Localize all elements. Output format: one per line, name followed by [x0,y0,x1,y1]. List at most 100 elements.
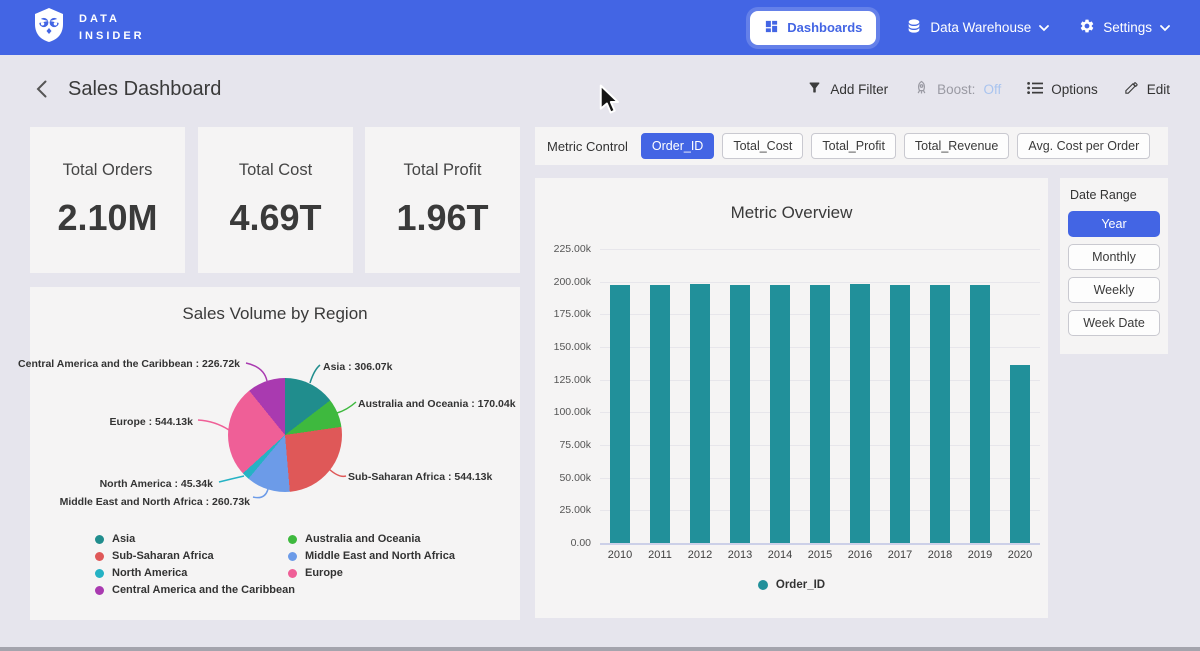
metric-button-total-profit[interactable]: Total_Profit [811,133,896,159]
bar-2015[interactable] [810,285,830,543]
pie-chart-card: Sales Volume by Region Central America a… [30,287,520,620]
pie-legend-item-sub-saharan-africa[interactable]: Sub-Saharan Africa [95,550,295,562]
y-tick-label: 75.00k [559,439,591,451]
boost-label: Boost: [937,82,975,97]
legend-dot [95,586,104,595]
data-warehouse-menu[interactable]: Data Warehouse [906,18,1049,37]
chevron-down-icon [1039,20,1049,35]
bar-2013[interactable] [730,285,750,543]
metric-control-bar: Metric Control Order_ID Total_Cost Total_P… [535,127,1168,165]
owl-logo-icon [30,7,68,48]
date-range-button-weekly[interactable]: Weekly [1068,277,1160,303]
metric-button-total-revenue[interactable]: Total_Revenue [904,133,1009,159]
y-tick-label: 25.00k [559,504,591,516]
bar-2016[interactable] [850,284,870,543]
kpi-value: 4.69T [198,197,353,239]
chevron-down-icon [1160,20,1170,35]
bar-column-2016 [840,284,880,543]
pie-legend-item-central-america-and-the-caribbean[interactable]: Central America and the Caribbean [95,584,295,596]
y-tick-label: 175.00k [554,308,591,320]
bar-chart-plot [600,249,1040,543]
pie-callout-sub-saharan-africa: Sub-Saharan Africa : 544.13k [348,471,492,483]
bar-column-2013 [720,285,760,543]
date-range-label: Date Range [1068,188,1160,202]
legend-label: Central America and the Caribbean [112,584,295,596]
date-range-button-week-date[interactable]: Week Date [1068,310,1160,336]
date-range-buttons: Year Monthly Weekly Week Date [1068,211,1160,336]
pie-callout-middle-east-north-africa: Middle East and North Africa : 260.73k [60,496,250,508]
page-title: Sales Dashboard [68,78,221,101]
pie-chart[interactable] [228,378,342,492]
bar-column-2019 [960,285,1000,543]
metric-button-avg-cost-per-order[interactable]: Avg. Cost per Order [1017,133,1150,159]
boost-toggle[interactable]: Boost: Off [914,80,1001,98]
y-tick-label: 125.00k [554,374,591,386]
pencil-icon [1124,80,1139,98]
metric-button-order-id[interactable]: Order_ID [641,133,714,159]
back-button[interactable] [30,78,52,100]
y-tick-label: 150.00k [554,341,591,353]
bar-chart-x-axis: 2010201120122013201420152016201720182019… [600,549,1040,561]
x-tick-label: 2015 [800,549,840,561]
bar-column-2017 [880,285,920,543]
pie-legend-item-middle-east-and-north-africa[interactable]: Middle East and North Africa [288,550,455,562]
add-filter-button[interactable]: Add Filter [807,80,888,98]
filter-funnel-icon [807,80,822,98]
bar-2012[interactable] [690,284,710,543]
bar-2010[interactable] [610,285,630,543]
legend-dot [288,552,297,561]
pie-legend-item-asia[interactable]: Asia [95,533,295,545]
dashboards-button[interactable]: Dashboards [750,11,876,45]
boost-state: Off [983,82,1001,97]
bar-column-2010 [600,285,640,543]
pie-legend-item-europe[interactable]: Europe [288,567,455,579]
date-range-button-year[interactable]: Year [1068,211,1160,237]
y-tick-label: 225.00k [554,243,591,255]
metric-button-total-cost[interactable]: Total_Cost [722,133,803,159]
x-tick-label: 2010 [600,549,640,561]
y-tick-label: 100.00k [554,406,591,418]
legend-dot [95,552,104,561]
pie-chart-title: Sales Volume by Region [30,287,520,324]
metric-control-label: Metric Control [547,139,628,154]
settings-menu[interactable]: Settings [1079,18,1170,37]
y-tick-label: 200.00k [554,276,591,288]
bar-2014[interactable] [770,285,790,543]
legend-label: Order_ID [776,579,825,591]
pie-legend-item-australia-and-oceania[interactable]: Australia and Oceania [288,533,455,545]
pie-legend-item-north-america[interactable]: North America [95,567,295,579]
kpi-value: 1.96T [365,197,520,239]
bar-2011[interactable] [650,285,670,543]
pie-callout-europe: Europe : 544.13k [110,416,193,428]
kpi-card-total-cost: Total Cost 4.69T [198,127,353,273]
pie-legend-column-1: Asia Sub-Saharan Africa North America Centr… [95,533,295,596]
metric-control-buttons: Order_ID Total_Cost Total_Profit Total_Reve… [641,133,1150,159]
bar-column-2014 [760,285,800,543]
kpi-label: Total Profit [365,161,520,180]
legend-label: Asia [112,533,135,545]
bar-2020[interactable] [1010,365,1030,543]
x-tick-label: 2018 [920,549,960,561]
kpi-label: Total Orders [30,161,185,180]
legend-label: North America [112,567,187,579]
bar-column-2011 [640,285,680,543]
brand-name: DATA INSIDER [79,11,145,44]
legend-dot [95,569,104,578]
x-tick-label: 2013 [720,549,760,561]
legend-dot [758,580,768,590]
bar-2018[interactable] [930,285,950,543]
legend-dot [288,535,297,544]
date-range-button-monthly[interactable]: Monthly [1068,244,1160,270]
pie-callout-central-america: Central America and the Caribbean : 226.… [18,358,240,370]
bar-chart-legend: Order_ID [535,579,1048,591]
options-label: Options [1051,82,1098,97]
bar-2019[interactable] [970,285,990,543]
bar-column-2020 [1000,365,1040,543]
legend-label: Europe [305,567,343,579]
options-button[interactable]: Options [1027,81,1098,98]
bar-2017[interactable] [890,285,910,543]
bar-chart-title: Metric Overview [535,178,1048,223]
y-tick-label: 0.00 [571,537,591,549]
y-tick-label: 50.00k [559,472,591,484]
edit-button[interactable]: Edit [1124,80,1170,98]
